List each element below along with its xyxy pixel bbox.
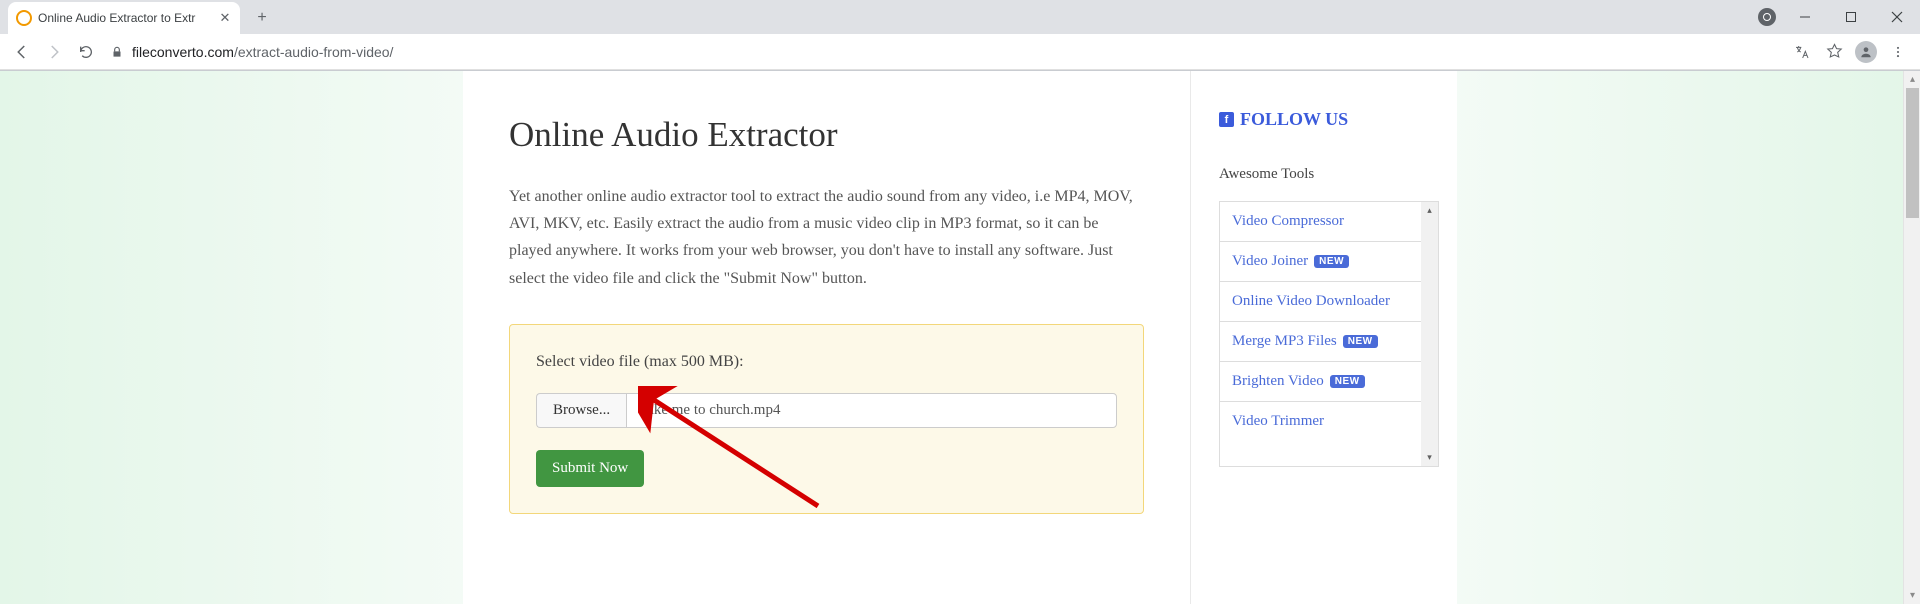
page-scroll-down-arrow[interactable]: ▾: [1904, 587, 1920, 604]
submit-button[interactable]: Submit Now: [536, 450, 644, 487]
profile-avatar-icon[interactable]: [1852, 38, 1880, 66]
maximize-button[interactable]: [1828, 0, 1874, 34]
new-badge: NEW: [1330, 375, 1365, 388]
sidebar-column: f FOLLOW US Awesome Tools Video Compress…: [1191, 71, 1457, 604]
facebook-icon: f: [1219, 112, 1234, 127]
new-badge: NEW: [1343, 335, 1378, 348]
forward-button[interactable]: [40, 38, 68, 66]
minimize-button[interactable]: [1782, 0, 1828, 34]
page-scroll-thumb[interactable]: [1906, 88, 1919, 218]
tool-item[interactable]: Brighten Video NEW: [1220, 362, 1438, 402]
tool-link[interactable]: Merge MP3 Files: [1232, 333, 1337, 350]
scroll-down-arrow[interactable]: ▾: [1421, 449, 1438, 466]
lock-icon: [110, 45, 124, 59]
follow-label: FOLLOW US: [1240, 109, 1348, 130]
browser-chrome: Online Audio Extractor to Extr ✕ + filec…: [0, 0, 1920, 71]
address-bar[interactable]: fileconverto.com/extract-audio-from-vide…: [110, 44, 393, 60]
selected-file-name[interactable]: Take me to church.mp4: [626, 393, 1117, 428]
tool-item[interactable]: Video Trimmer: [1220, 402, 1438, 441]
browser-tab[interactable]: Online Audio Extractor to Extr ✕: [8, 2, 240, 34]
bookmark-star-icon[interactable]: [1820, 38, 1848, 66]
tool-item[interactable]: Video Compressor: [1220, 202, 1438, 242]
page-title: Online Audio Extractor: [509, 115, 1144, 155]
scroll-up-arrow[interactable]: ▴: [1421, 202, 1438, 219]
content-card: Online Audio Extractor Yet another onlin…: [463, 71, 1457, 604]
intro-text: Yet another online audio extractor tool …: [509, 183, 1144, 292]
main-column: Online Audio Extractor Yet another onlin…: [463, 71, 1191, 604]
reload-button[interactable]: [72, 38, 100, 66]
tab-bar: Online Audio Extractor to Extr ✕ +: [0, 0, 1920, 34]
profile-guest-icon[interactable]: [1758, 8, 1776, 26]
url-host: fileconverto.com: [132, 44, 234, 60]
tools-listbox: Video Compressor Video Joiner NEW Online Vi…: [1219, 201, 1439, 467]
page-scroll-up-arrow[interactable]: ▴: [1904, 71, 1920, 88]
awesome-tools-heading: Awesome Tools: [1219, 166, 1439, 183]
upload-label: Select video file (max 500 MB):: [536, 353, 1117, 371]
new-badge: NEW: [1314, 255, 1349, 268]
page-scrollbar[interactable]: ▴ ▾: [1903, 71, 1920, 604]
tab-title: Online Audio Extractor to Extr: [38, 11, 212, 25]
tools-scrollbar[interactable]: ▴ ▾: [1421, 202, 1438, 466]
browse-button[interactable]: Browse...: [536, 393, 626, 428]
tool-item[interactable]: Video Joiner NEW: [1220, 242, 1438, 282]
page-viewport: Online Audio Extractor Yet another onlin…: [0, 71, 1920, 604]
window-controls: [1758, 0, 1920, 34]
tool-item[interactable]: Merge MP3 Files NEW: [1220, 322, 1438, 362]
tool-link[interactable]: Video Compressor: [1232, 213, 1344, 230]
new-tab-button[interactable]: +: [248, 4, 276, 32]
translate-icon[interactable]: [1788, 38, 1816, 66]
upload-panel: Select video file (max 500 MB): Browse..…: [509, 324, 1144, 514]
close-window-button[interactable]: [1874, 0, 1920, 34]
tool-item[interactable]: Online Video Downloader: [1220, 282, 1438, 322]
browser-toolbar: fileconverto.com/extract-audio-from-vide…: [0, 34, 1920, 70]
url-path: /extract-audio-from-video/: [234, 44, 394, 60]
file-input-row: Browse... Take me to church.mp4: [536, 393, 1117, 428]
tool-link[interactable]: Online Video Downloader: [1232, 293, 1390, 310]
tool-link[interactable]: Video Trimmer: [1232, 413, 1324, 430]
tool-link[interactable]: Brighten Video: [1232, 373, 1324, 390]
follow-us-link[interactable]: f FOLLOW US: [1219, 109, 1439, 130]
menu-kebab-icon[interactable]: [1884, 38, 1912, 66]
close-tab-icon[interactable]: ✕: [218, 11, 232, 25]
favicon-icon: [16, 10, 32, 26]
back-button[interactable]: [8, 38, 36, 66]
tool-link[interactable]: Video Joiner: [1232, 253, 1308, 270]
